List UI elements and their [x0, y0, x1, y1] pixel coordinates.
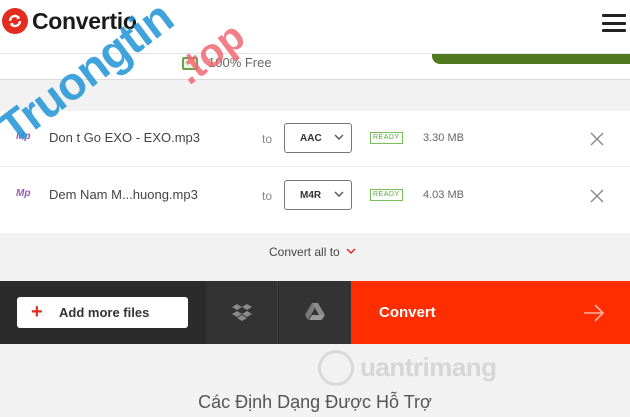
section-title: Các Định Dạng Được Hỗ Trợ: [198, 392, 432, 412]
action-bar: + Add more files Convert: [0, 281, 630, 344]
file-size: 4.03 MB: [423, 189, 464, 201]
plus-icon: +: [31, 301, 43, 323]
dropbox-button[interactable]: [206, 281, 278, 344]
add-more-files-label: Add more files: [59, 305, 150, 320]
google-drive-icon: [305, 303, 325, 320]
status-badge: READY: [370, 189, 403, 201]
format-value: AAC: [300, 132, 322, 144]
add-more-files-button[interactable]: + Add more files: [17, 297, 188, 328]
close-icon[interactable]: [588, 130, 606, 148]
convertio-logo-icon[interactable]: [2, 8, 28, 34]
arrow-right-icon: [584, 304, 605, 322]
file-row: Mp Dem Nam M...huong.mp3 to M4R READY 4.…: [0, 168, 630, 224]
audio-file-icon: Mp: [16, 188, 31, 199]
format-value: M4R: [300, 189, 322, 201]
file-name: Don t Go EXO - EXO.mp3: [49, 130, 200, 145]
file-size: 3.30 MB: [423, 132, 464, 144]
google-drive-button[interactable]: [279, 281, 351, 344]
convert-all-dropdown[interactable]: Convert all to: [0, 233, 630, 281]
format-select[interactable]: M4R: [284, 180, 352, 210]
chevron-down-icon: [346, 248, 356, 255]
file-list: Mp Don t Go EXO - EXO.mp3 to AAC READY 3…: [0, 111, 630, 233]
close-icon[interactable]: [588, 187, 606, 205]
choose-files-button-edge[interactable]: [432, 54, 630, 64]
watermark-logo-icon: [318, 350, 354, 386]
to-label: to: [262, 189, 273, 203]
file-row: Mp Don t Go EXO - EXO.mp3 to AAC READY 3…: [0, 111, 630, 167]
convert-label: Convert: [379, 304, 436, 321]
supported-formats-section: uantrimang Các Định Dạng Được Hỗ Trợ: [0, 344, 630, 417]
convert-all-label: Convert all to: [269, 245, 340, 259]
format-select[interactable]: AAC: [284, 123, 352, 153]
watermark-text: uantrimang: [360, 352, 497, 382]
convert-button[interactable]: Convert: [351, 281, 630, 344]
to-label: to: [262, 132, 273, 146]
hamburger-menu-icon[interactable]: [602, 14, 626, 32]
chevron-down-icon: [334, 134, 344, 140]
file-name: Dem Nam M...huong.mp3: [49, 187, 198, 202]
chevron-down-icon: [334, 191, 344, 197]
dropbox-icon: [232, 304, 252, 321]
status-badge: READY: [370, 132, 403, 144]
